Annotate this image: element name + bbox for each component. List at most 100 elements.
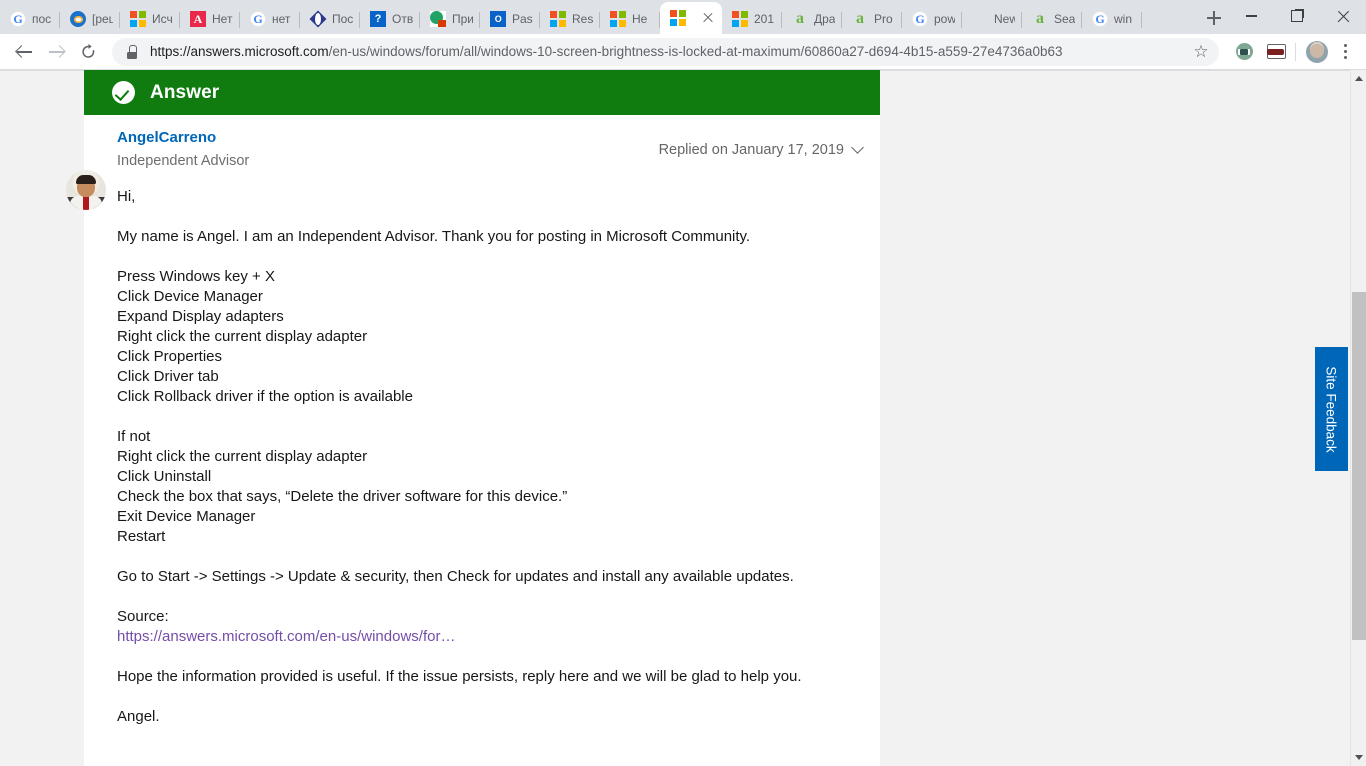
green-a-icon: a [796, 10, 804, 27]
browser-tab[interactable] [660, 2, 722, 34]
kebab-menu-icon[interactable] [1332, 39, 1358, 65]
tab-label: win [1114, 12, 1133, 26]
browser-tab[interactable]: Res [540, 4, 600, 34]
close-tab-icon[interactable] [701, 11, 715, 25]
star-icon[interactable]: ☆ [1189, 40, 1213, 64]
answer-line: Right click the current display adapter [117, 448, 368, 465]
tab-label: Исч [152, 12, 173, 26]
answer-paragraph: My name is Angel. I am an Independent Ad… [117, 227, 850, 247]
site-feedback-label: Site Feedback [1324, 365, 1339, 453]
browser-tab[interactable]: A Нет [180, 4, 240, 34]
url-domain: answers.microsoft.com [190, 43, 329, 59]
browser-tab[interactable]: New Tab [962, 4, 1022, 34]
toolbar-divider [1295, 42, 1296, 61]
minimize-button[interactable] [1228, 0, 1274, 32]
google-icon: G [10, 11, 26, 27]
scrollbar-thumb[interactable] [1352, 292, 1366, 640]
tab-separator [1141, 12, 1142, 28]
green-a-icon: a [1036, 10, 1044, 27]
blank-icon [972, 11, 988, 27]
browser-tab[interactable]: O Past [480, 4, 540, 34]
answer-line: Click Rollback driver if the option is a… [117, 388, 413, 405]
microsoft-icon [732, 11, 748, 27]
microsoft-icon [130, 11, 146, 27]
browser-tab[interactable]: 201 [722, 4, 782, 34]
green-circle-icon [430, 11, 446, 27]
answer-line: Hope the information provided is useful.… [117, 668, 802, 685]
microsoft-icon [670, 10, 686, 26]
tab-label: Пос [332, 12, 353, 26]
tab-list: Gпос [рец Исч A Нет Gнет Пос? Отв При O Past Res Не 2… [0, 0, 1194, 34]
answer-line: Restart [117, 528, 166, 545]
answer-line: Expand Display adapters [117, 308, 284, 325]
answer-banner: Answer [84, 70, 880, 115]
google-icon: G [250, 11, 266, 27]
answer-paragraph: Angel. [117, 707, 850, 727]
microsoft-icon [610, 11, 626, 27]
browser-tab[interactable]: Gpow [902, 4, 962, 34]
answer-line: My name is Angel. I am an Independent Ad… [117, 228, 751, 245]
browser-tab[interactable]: При [420, 4, 480, 34]
answer-paragraph: Source: https://answers.microsoft.com/en-… [117, 607, 850, 647]
browser-tab[interactable]: Не [600, 4, 660, 34]
browser-window: Gпос [рец Исч A Нет Gнет Пос? Отв При O Past Res Не 2… [0, 0, 1366, 766]
browser-tab[interactable]: Исч [120, 4, 180, 34]
browser-tab[interactable]: [рец [60, 4, 120, 34]
maximize-button[interactable] [1274, 0, 1320, 32]
avatar[interactable] [1306, 40, 1328, 63]
scroll-up-arrow-icon[interactable] [1351, 70, 1366, 87]
tab-label: pow [934, 12, 955, 26]
author-name-link[interactable]: AngelCarreno [117, 129, 216, 146]
answer-line: Source: [117, 608, 169, 625]
adblock-icon[interactable] [1231, 39, 1257, 65]
post-header: AngelCarreno Independent Advisor Replied… [66, 115, 880, 210]
red-a-icon: A [190, 11, 206, 27]
answer-line: Exit Device Manager [117, 508, 256, 525]
browser-tab[interactable]: a Pro [842, 4, 902, 34]
back-button[interactable] [8, 36, 40, 68]
site-feedback-tab[interactable]: Site Feedback [1315, 347, 1348, 471]
tab-label: Нет [212, 12, 233, 26]
browser-tab[interactable]: Gwin [1082, 4, 1142, 34]
answer-line: Click Driver tab [117, 368, 219, 385]
browser-tab[interactable]: Gнет [240, 4, 300, 34]
tab-label: [рец [92, 12, 113, 26]
tab-label: Отв [392, 12, 413, 26]
tab-label: New Tab [994, 12, 1015, 26]
diamond-icon [310, 11, 326, 27]
author-avatar[interactable] [66, 170, 106, 210]
browser-toolbar: https://answers.microsoft.com/en-us/wind… [0, 34, 1366, 70]
replied-on[interactable]: Replied on January 17, 2019 [658, 129, 864, 169]
url-path: /en-us/windows/forum/all/windows-10-scre… [328, 43, 1063, 59]
new-tab-button[interactable] [1200, 4, 1228, 32]
answer-line: Angel. [117, 708, 160, 725]
answer-body: Hi, My name is Angel. I am an Independent… [84, 169, 880, 727]
url-text: https://answers.microsoft.com/en-us/wind… [150, 38, 1189, 66]
scroll-down-arrow-icon[interactable] [1351, 749, 1366, 766]
tab-label: Pro [874, 12, 893, 26]
browser-tab[interactable]: ? Отв [360, 4, 420, 34]
opera-icon [70, 11, 86, 27]
answer-line: Go to Start -> Settings -> Update & secu… [117, 568, 794, 585]
answer-card: Answer AngelCarreno Independent Advisor … [66, 70, 880, 766]
back-arrow-icon [16, 44, 32, 59]
answer-paragraph: Press Windows key + X Click Device Manage… [117, 267, 850, 407]
browser-tab[interactable]: Gпос [0, 4, 60, 34]
address-bar[interactable]: https://answers.microsoft.com/en-us/wind… [112, 37, 1219, 66]
answer-line: Hi, [117, 188, 136, 205]
question-icon: ? [370, 11, 386, 27]
browser-tab[interactable]: a Sea [1022, 4, 1082, 34]
reload-button[interactable] [72, 36, 104, 68]
mask-extension-icon[interactable] [1263, 39, 1289, 65]
browser-tab[interactable]: Пос [300, 4, 360, 34]
page-scrollbar[interactable] [1350, 70, 1366, 766]
browser-tab[interactable]: a Дра [782, 4, 842, 34]
source-link[interactable]: https://answers.microsoft.com/en-us/wind… [117, 627, 850, 647]
answer-line: Press Windows key + X [117, 268, 275, 285]
replied-on-label: Replied on January 17, 2019 [658, 141, 844, 158]
forward-button[interactable] [40, 36, 72, 68]
tab-label: При [452, 12, 473, 26]
close-window-button[interactable] [1320, 0, 1366, 32]
tab-strip: Gпос [рец Исч A Нет Gнет Пос? Отв При O Past Res Не 2… [0, 0, 1366, 34]
google-icon: G [912, 11, 928, 27]
